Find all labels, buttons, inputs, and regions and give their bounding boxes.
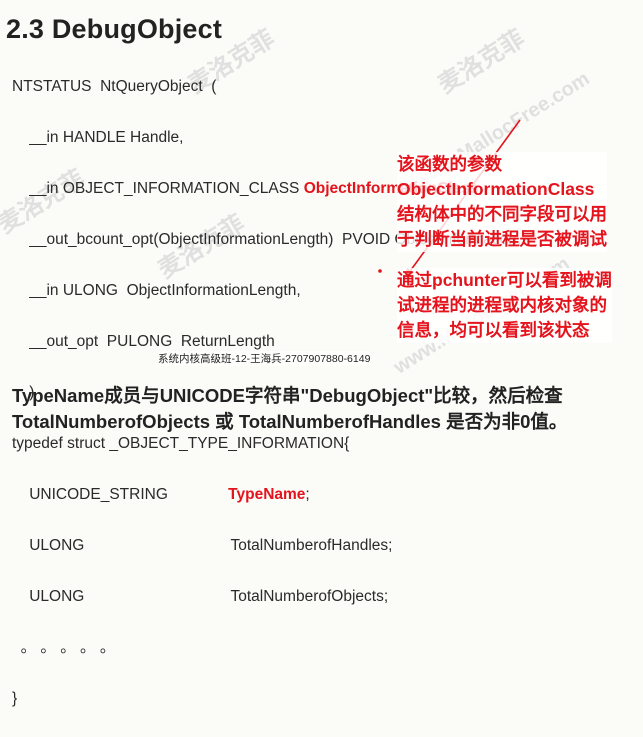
code-line: } (12, 689, 18, 707)
bottom-text-line-2: TotalNumberofObjects 或 TotalNumberofHand… (12, 411, 568, 432)
note-line: ObjectInformationClass (397, 177, 607, 202)
note-line: 通过pchunter可以看到被调 (397, 268, 612, 293)
note-line: 试进程的进程或内核对象的 (397, 293, 612, 318)
code-line: ULONG TotalNumberofObjects; (12, 587, 389, 605)
code-highlight-typename: TypeName (228, 485, 306, 503)
video-caption: 系统内核高级班-12-王海兵-2707907880-6149 (158, 351, 371, 366)
note-line: 结构体中的不同字段可以用 (397, 202, 607, 227)
code-line-text: UNICODE_STRING (12, 485, 229, 503)
bottom-text-line-1: TypeName成员与UNICODE字符串"DebugObject"比较，然后检… (12, 385, 563, 406)
annotation-note-1: 该函数的参数 ObjectInformationClass 结构体中的不同字段可… (397, 152, 607, 252)
code-line: 。 。 。 。 。 (12, 638, 116, 656)
code-line: ULONG TotalNumberofHandles; (12, 536, 393, 554)
annotation-note-2: 通过pchunter可以看到被调 试进程的进程或内核对象的 信息，均可以看到该状… (397, 268, 612, 343)
note-line: 信息，均可以看到该状态 (397, 318, 612, 343)
code-line: UNICODE_STRING TypeName; (12, 482, 521, 508)
code-line-suffix: ; (305, 485, 310, 503)
note-line: 于判断当前进程是否被调试 (397, 227, 607, 252)
note-line: 该函数的参数 (397, 152, 607, 177)
